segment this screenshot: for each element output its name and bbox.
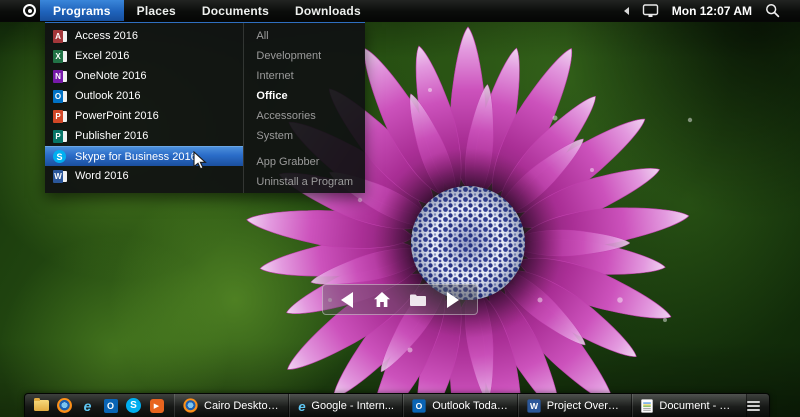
taskbar-button-cairo-desktop[interactable]: Cairo Desktop... <box>174 394 289 417</box>
menu-item-excel-2016[interactable]: X Excel 2016 <box>45 46 243 66</box>
display-icon[interactable] <box>642 3 659 18</box>
back-icon <box>340 291 353 308</box>
clock[interactable]: Mon 12:07 AM <box>672 4 752 18</box>
firefox-icon <box>183 398 198 413</box>
media-player-icon[interactable]: ▶ <box>149 398 164 413</box>
skype-icon[interactable]: S <box>126 398 141 413</box>
menu-item-app-grabber[interactable]: App Grabber <box>244 152 365 172</box>
quick-launch-area: e O S ▶ <box>25 394 174 417</box>
menu-item-access-2016[interactable]: A Access 2016 <box>45 26 243 46</box>
folder-button[interactable] <box>406 288 430 312</box>
folder-icon <box>409 294 426 306</box>
app-label: Access 2016 <box>75 30 138 42</box>
app-label: Publisher 2016 <box>75 130 149 142</box>
outlook-icon: O <box>412 398 426 413</box>
menu-item-powerpoint-2016[interactable]: P PowerPoint 2016 <box>45 106 243 126</box>
programs-category-list: All Development Internet Office Accessor… <box>244 23 365 193</box>
menu-item-publisher-2016[interactable]: P Publisher 2016 <box>45 126 243 146</box>
publisher-icon: P <box>53 129 67 143</box>
internet-explorer-icon[interactable]: e <box>80 398 95 413</box>
taskbar-button-google-internet-explorer[interactable]: e Google - Intern... <box>288 394 404 417</box>
firefox-icon[interactable] <box>57 398 72 413</box>
wordpad-icon <box>641 398 654 413</box>
menu-item-word-2016[interactable]: W Word 2016 <box>45 166 243 186</box>
taskbar-button-document-wordpad[interactable]: Document - W... <box>632 394 747 417</box>
taskbar-button-outlook-today[interactable]: O Outlook Today... <box>403 394 518 417</box>
onenote-icon: N <box>53 69 67 83</box>
home-button[interactable] <box>370 288 394 312</box>
internet-explorer-icon: e <box>297 397 306 414</box>
forward-icon <box>447 291 460 308</box>
app-label: Word 2016 <box>75 170 129 182</box>
menu-bar: Programs Places Documents Downloads <box>40 0 374 21</box>
word-icon: W <box>527 398 541 413</box>
access-icon: A <box>53 29 67 43</box>
word-icon: W <box>53 169 67 183</box>
menu-item-uninstall-a-program[interactable]: Uninstall a Program <box>244 172 365 192</box>
category-accessories[interactable]: Accessories <box>244 106 365 126</box>
task-button-label: Document - W... <box>659 399 738 412</box>
app-label: Excel 2016 <box>75 50 130 62</box>
taskbar-overflow-icon[interactable] <box>747 400 760 411</box>
topbar-right-area: Mon 12:07 AM <box>623 3 800 18</box>
menu-item-onenote-2016[interactable]: N OneNote 2016 <box>45 66 243 86</box>
category-system[interactable]: System <box>244 126 365 146</box>
desktop-nav-toolbar <box>322 284 478 315</box>
category-internet[interactable]: Internet <box>244 66 365 86</box>
task-button-label: Project Overvie... <box>546 399 624 412</box>
outlook-icon[interactable]: O <box>103 398 118 413</box>
menu-places[interactable]: Places <box>124 0 189 21</box>
category-development[interactable]: Development <box>244 46 365 66</box>
mouse-cursor <box>193 151 207 170</box>
app-label: Skype for Business 2016 <box>75 150 197 163</box>
menu-programs[interactable]: Programs <box>40 0 124 21</box>
category-office[interactable]: Office <box>244 86 365 106</box>
file-explorer-icon[interactable] <box>34 398 49 413</box>
menu-documents[interactable]: Documents <box>189 0 282 21</box>
collapse-arrow-icon[interactable] <box>623 6 629 15</box>
home-icon <box>374 292 391 307</box>
task-button-label: Google - Intern... <box>311 399 394 412</box>
search-icon[interactable] <box>765 3 780 18</box>
cairo-logo-dot <box>27 8 32 13</box>
top-menu-bar: Programs Places Documents Downloads Mon … <box>0 0 800 22</box>
outlook-icon: O <box>53 89 67 103</box>
menu-item-outlook-2016[interactable]: O Outlook 2016 <box>45 86 243 106</box>
skype-icon: S <box>53 150 67 163</box>
task-button-label: Outlook Today... <box>432 399 509 412</box>
desktop[interactable]: Programs Places Documents Downloads Mon … <box>0 0 800 417</box>
app-label: Outlook 2016 <box>75 90 141 102</box>
powerpoint-icon: P <box>53 109 67 123</box>
task-button-label: Cairo Desktop... <box>204 399 280 412</box>
taskbar-button-project-overview[interactable]: W Project Overvie... <box>517 394 633 417</box>
programs-app-list: A Access 2016 X Excel 2016 N OneNote 201… <box>45 23 245 193</box>
category-actions: App Grabber Uninstall a Program <box>244 152 365 192</box>
taskbar: e O S ▶ Cairo Desktop... e Google - Inte… <box>24 393 770 417</box>
back-button[interactable] <box>335 288 359 312</box>
excel-icon: X <box>53 49 67 63</box>
category-all[interactable]: All <box>244 26 365 46</box>
cairo-logo-icon[interactable] <box>23 4 36 17</box>
app-label: OneNote 2016 <box>75 70 147 82</box>
menu-item-skype-for-business-2016[interactable]: S Skype for Business 2016 <box>45 146 244 166</box>
forward-button[interactable] <box>441 288 465 312</box>
app-label: PowerPoint 2016 <box>75 110 159 122</box>
menu-downloads[interactable]: Downloads <box>282 0 374 21</box>
